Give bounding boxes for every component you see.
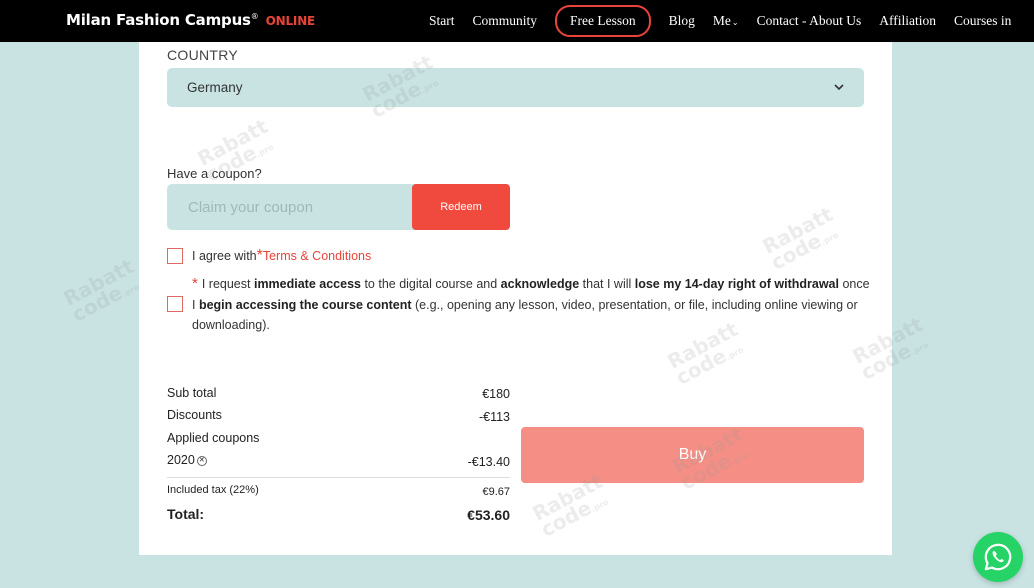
nav-affiliation[interactable]: Affiliation — [879, 13, 936, 29]
coupon-input[interactable] — [167, 184, 417, 230]
redeem-button[interactable]: Redeem — [412, 184, 510, 230]
withdraw-bold-2: acknowledge — [500, 277, 580, 291]
applied-coupon-row: 2020 ✕ — [167, 453, 207, 467]
withdraw-text-2: to the digital course and — [360, 277, 501, 291]
withdraw-text-3: that I will — [579, 277, 635, 291]
whatsapp-icon — [984, 543, 1012, 571]
terms-checkbox[interactable] — [167, 248, 183, 264]
watermark: Rabattcode.pro — [59, 253, 147, 329]
agree-prefix: I agree with — [192, 249, 257, 263]
withdraw-bold-4: begin accessing the course content — [198, 297, 412, 312]
withdraw-bold-1: immediate access — [253, 277, 361, 291]
subtotal-label: Sub total — [167, 386, 217, 400]
included-tax-text: Included tax — [167, 484, 227, 496]
nav-start[interactable]: Start — [429, 13, 455, 29]
country-selected-value: Germany — [187, 80, 243, 95]
nav-courses[interactable]: Courses in — [954, 13, 1011, 29]
withdrawal-consent-text: * I request immediate access to the digit… — [192, 274, 872, 336]
subtotal-value: €180 — [482, 387, 510, 401]
country-select[interactable]: Germany — [167, 68, 864, 107]
watermark-suffix: .pro — [120, 282, 142, 299]
top-navbar: Milan Fashion Campus® ONLINE Start Commu… — [0, 0, 1034, 42]
required-star: * — [192, 275, 198, 292]
coupon-label: Have a coupon? — [167, 166, 262, 181]
terms-conditions-link[interactable]: Terms & Conditions — [263, 249, 371, 263]
close-circle-icon[interactable]: ✕ — [196, 455, 207, 466]
chevron-down-icon: ⌄ — [731, 18, 739, 27]
included-tax-label: Included tax (22%) — [167, 484, 259, 496]
discounts-value: -€113 — [478, 410, 510, 424]
applied-coupons-label: Applied coupons — [167, 431, 260, 445]
country-label: COUNTRY — [167, 47, 239, 63]
total-value: €53.60 — [467, 507, 510, 523]
watermark-line2: code — [67, 280, 127, 327]
logo-online-suffix: ONLINE — [265, 14, 316, 28]
chevron-down-icon — [834, 84, 844, 91]
withdrawal-checkbox[interactable] — [167, 296, 183, 312]
applied-coupon-value: -€13.40 — [467, 455, 510, 469]
total-label: Total: — [167, 506, 205, 522]
included-tax-value: €9.67 — [482, 486, 510, 498]
main-nav: Start Community Free Lesson Blog Me⌄ Con… — [429, 0, 1029, 42]
withdraw-bold-3: lose my 14-day right of withdrawal — [634, 277, 839, 291]
logo-text: Milan Fashion Campus — [66, 11, 251, 29]
terms-agreement-text: I agree with*Terms & Conditions — [192, 247, 371, 265]
site-logo[interactable]: Milan Fashion Campus® ONLINE — [66, 11, 315, 29]
nav-blog[interactable]: Blog — [669, 13, 695, 29]
withdraw-text-1: I request — [201, 277, 254, 291]
nav-me-label: Me — [712, 13, 731, 28]
summary-divider — [167, 477, 510, 478]
watermark-suffix: .pro — [909, 340, 931, 357]
tax-rate: (22%) — [229, 484, 259, 496]
logo-registered-mark: ® — [250, 12, 259, 21]
nav-contact-about[interactable]: Contact - About Us — [757, 13, 862, 29]
buy-button[interactable]: Buy — [521, 427, 864, 483]
nav-community[interactable]: Community — [473, 13, 538, 29]
watermark-line1: Rabatt — [59, 253, 138, 311]
nav-free-lesson-button[interactable]: Free Lesson — [555, 5, 651, 37]
whatsapp-chat-button[interactable] — [973, 532, 1023, 582]
nav-me[interactable]: Me⌄ — [713, 13, 739, 29]
discounts-label: Discounts — [167, 408, 222, 422]
applied-coupon-code: 2020 — [167, 453, 195, 467]
